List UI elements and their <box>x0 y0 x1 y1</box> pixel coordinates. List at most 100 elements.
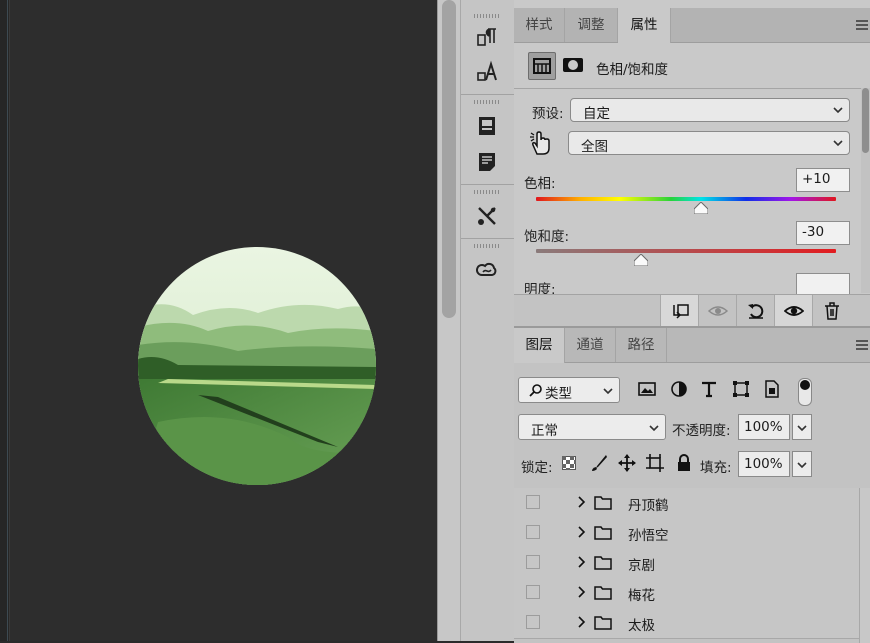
layer-row[interactable]: 丹顶鹤 <box>514 488 860 519</box>
hue-slider-thumb[interactable] <box>694 202 708 214</box>
tab-styles[interactable]: 样式 <box>514 8 565 42</box>
panel-column: 样式 调整 属性 色相/饱和度 预设: 自定 全图 色相: +10 饱和度: -… <box>514 0 870 643</box>
saturation-value-input[interactable]: -30 <box>796 221 850 245</box>
lock-transparent-icon[interactable] <box>562 456 576 470</box>
properties-footer <box>514 294 870 327</box>
chevron-right-icon[interactable] <box>577 556 586 568</box>
targeted-adjustment-hand-icon[interactable] <box>528 128 554 156</box>
properties-scroll-thumb[interactable] <box>862 88 869 153</box>
saturation-slider-thumb[interactable] <box>634 254 648 266</box>
notes-icon[interactable] <box>473 148 501 176</box>
layer-row[interactable]: 京剧 <box>514 548 860 579</box>
lock-artboard-icon[interactable] <box>646 454 664 472</box>
chevron-right-icon[interactable] <box>577 496 586 508</box>
chevron-down-icon <box>603 388 613 395</box>
landscape-circle-artwork <box>138 247 376 485</box>
preset-select[interactable]: 自定 <box>570 98 850 122</box>
reset-icon[interactable] <box>736 295 775 327</box>
lock-position-icon[interactable] <box>618 454 636 472</box>
tab-properties[interactable]: 属性 <box>618 8 671 43</box>
panel-menu-icon[interactable] <box>856 20 868 30</box>
tab-layers[interactable]: 图层 <box>514 328 565 363</box>
canvas-edge <box>0 0 10 641</box>
visibility-icon[interactable] <box>774 295 813 327</box>
fill-dropdown[interactable] <box>792 451 812 477</box>
hue-slider-track[interactable] <box>536 197 836 201</box>
adjustment-title: 色相/饱和度 <box>596 62 669 78</box>
hue-value-input[interactable]: +10 <box>796 168 850 192</box>
opacity-label: 不透明度: <box>672 423 731 439</box>
document-canvas[interactable] <box>0 0 437 641</box>
strip-grip[interactable] <box>474 100 500 104</box>
chevron-right-icon[interactable] <box>577 616 586 628</box>
clip-to-layer-icon[interactable] <box>660 295 699 327</box>
chevron-right-icon[interactable] <box>577 526 586 538</box>
libraries-icon[interactable] <box>473 256 501 284</box>
collapsed-panel-strip <box>460 0 515 641</box>
channel-select[interactable]: 全图 <box>568 131 850 155</box>
folder-icon <box>594 616 612 630</box>
layer-row[interactable]: 太极 <box>514 608 860 639</box>
layers-panel: 图层 通道 路径 类型 正常 不透明度: 100% 锁定: 填充: 100% 丹… <box>514 326 870 643</box>
fill-input[interactable]: 100% <box>738 451 790 477</box>
layer-row[interactable]: 梅花 <box>514 578 860 609</box>
tab-adjustments[interactable]: 调整 <box>565 8 618 42</box>
tab-channels[interactable]: 通道 <box>565 328 616 362</box>
panel-menu-icon[interactable] <box>856 340 868 350</box>
search-icon <box>529 384 542 397</box>
properties-scrollbar[interactable] <box>861 88 870 293</box>
layer-visibility-toggle[interactable] <box>526 555 540 569</box>
strip-grip[interactable] <box>474 14 500 18</box>
image-filter-icon[interactable] <box>638 380 656 398</box>
layer-visibility-toggle[interactable] <box>526 615 540 629</box>
character-icon[interactable] <box>473 58 501 86</box>
channel-value: 全图 <box>581 139 608 155</box>
layers-tabbar: 图层 通道 路径 <box>514 328 870 363</box>
view-previous-icon[interactable] <box>698 295 737 327</box>
tool-presets-icon[interactable] <box>473 202 501 230</box>
layer-name: 太极 <box>628 618 655 634</box>
chevron-right-icon[interactable] <box>577 586 586 598</box>
opacity-value: 100% <box>744 419 783 435</box>
canvas-scrollbar[interactable] <box>437 0 461 641</box>
mask-mode-icon[interactable] <box>560 52 586 78</box>
layer-visibility-toggle[interactable] <box>526 525 540 539</box>
type-filter-icon[interactable] <box>700 380 718 398</box>
chevron-down-icon <box>833 140 843 147</box>
tab-paths[interactable]: 路径 <box>616 328 667 362</box>
properties-tabbar: 样式 调整 属性 <box>514 8 870 43</box>
adjustment-filter-icon[interactable] <box>670 380 688 398</box>
layer-visibility-toggle[interactable] <box>526 585 540 599</box>
layer-name: 梅花 <box>628 588 655 604</box>
properties-icon[interactable] <box>473 112 501 140</box>
filter-toggle-icon[interactable] <box>798 378 812 406</box>
saturation-label: 饱和度: <box>524 229 570 245</box>
adjustment-mode-icon[interactable] <box>528 52 556 80</box>
shape-filter-icon[interactable] <box>732 380 750 398</box>
layer-visibility-toggle[interactable] <box>526 495 540 509</box>
opacity-dropdown[interactable] <box>792 414 812 440</box>
layer-filter-select[interactable]: 类型 <box>518 377 620 403</box>
smart-object-filter-icon[interactable] <box>763 380 781 398</box>
strip-grip[interactable] <box>474 190 500 194</box>
strip-grip[interactable] <box>474 244 500 248</box>
opacity-input[interactable]: 100% <box>738 414 790 440</box>
blend-mode-value: 正常 <box>531 423 558 439</box>
canvas-scroll-thumb[interactable] <box>442 0 456 318</box>
chevron-down-icon <box>797 462 807 469</box>
layers-scrollbar[interactable] <box>859 488 870 643</box>
lock-all-icon[interactable] <box>676 454 692 472</box>
layer-row[interactable]: 孙悟空 <box>514 518 860 549</box>
properties-header: 色相/饱和度 <box>514 44 870 89</box>
delete-icon[interactable] <box>812 295 851 327</box>
folder-icon <box>594 526 612 540</box>
folder-icon <box>594 496 612 510</box>
paragraph-icon[interactable] <box>473 24 501 52</box>
lock-image-icon[interactable] <box>590 454 608 472</box>
blend-mode-select[interactable]: 正常 <box>518 414 666 440</box>
chevron-down-icon <box>833 107 843 114</box>
saturation-slider-track[interactable] <box>536 249 836 253</box>
lightness-value-input[interactable] <box>796 273 850 294</box>
layer-name: 丹顶鹤 <box>628 498 669 514</box>
chevron-down-icon <box>649 425 659 432</box>
